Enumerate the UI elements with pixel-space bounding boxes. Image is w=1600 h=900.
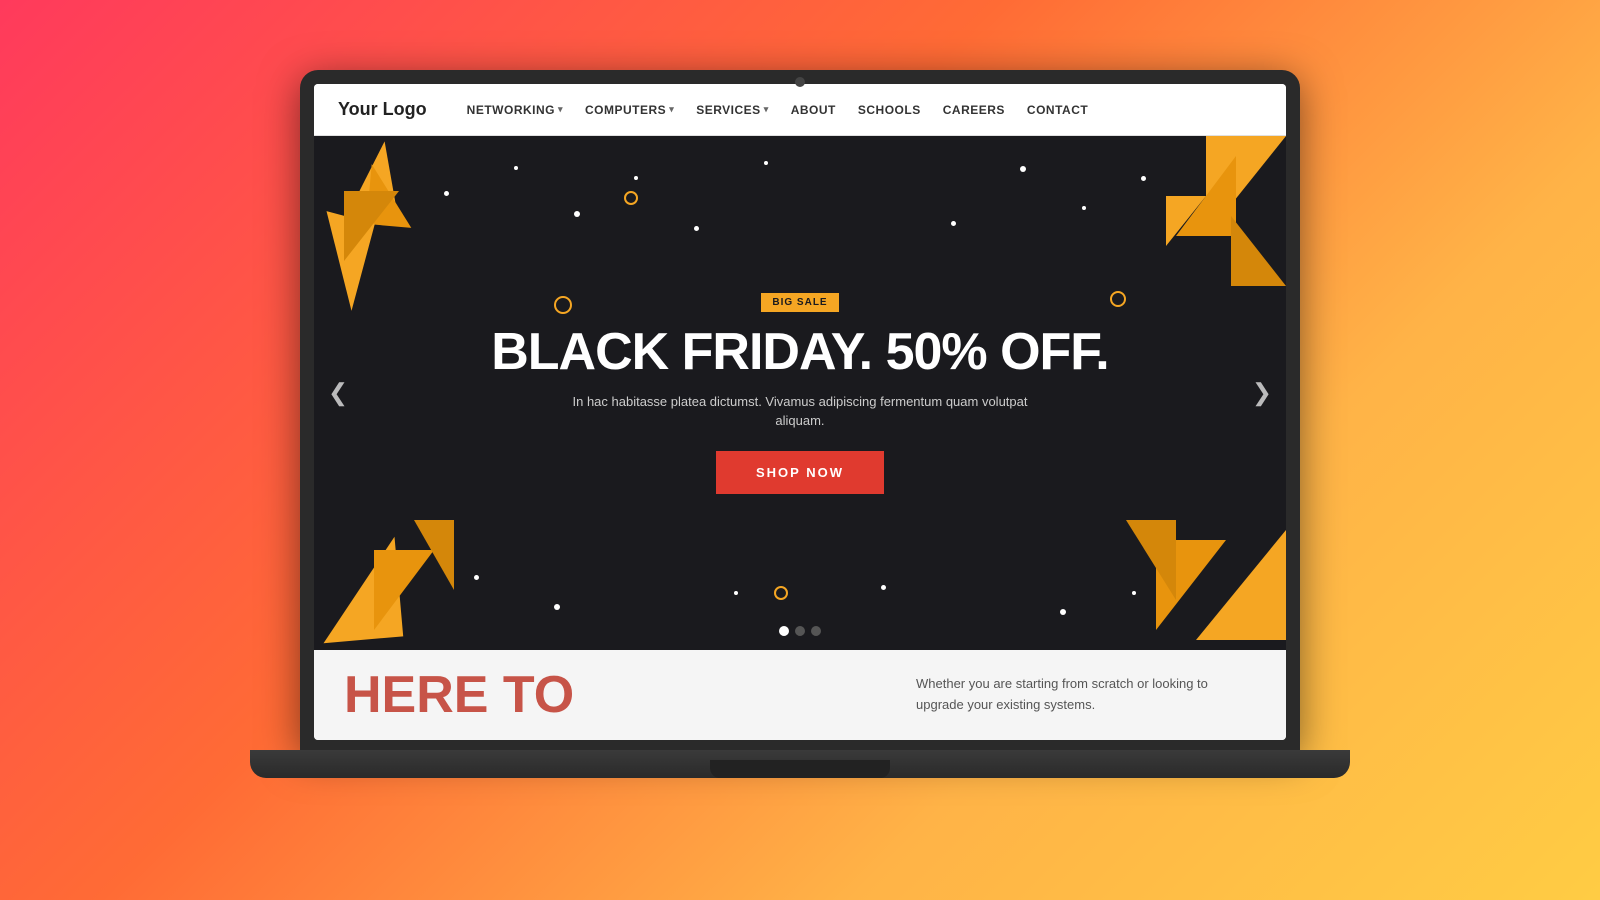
slider-dot-1[interactable]	[779, 626, 789, 636]
nav-item-about[interactable]: ABOUT	[791, 103, 836, 117]
triangle-shape	[1126, 520, 1176, 600]
triangle-shape	[1176, 156, 1236, 236]
triangle-shape	[344, 191, 399, 261]
laptop-screen: Your Logo NETWORKING ▾ COMPUTERS ▾ SERVI…	[314, 84, 1286, 740]
chevron-down-icon: ▾	[558, 104, 563, 115]
nav-item-computers[interactable]: COMPUTERS ▾	[585, 103, 674, 117]
dot-decoration	[734, 591, 738, 595]
nav-item-services[interactable]: SERVICES ▾	[696, 103, 769, 117]
slider-next-button[interactable]: ❯	[1252, 379, 1272, 408]
triangle-shape	[1156, 540, 1226, 630]
chevron-down-icon: ▾	[669, 104, 674, 115]
dot-decoration	[1020, 166, 1026, 172]
shop-now-button[interactable]: SHOP NOW	[716, 451, 884, 494]
ring-decoration	[624, 191, 638, 205]
triangle-shape	[314, 211, 375, 311]
dot-decoration	[1060, 609, 1066, 615]
ring-decoration	[1110, 291, 1126, 307]
below-fold-description: Whether you are starting from scratch or…	[916, 674, 1256, 716]
hero-badge: BIG SALE	[761, 293, 838, 312]
dot-decoration	[634, 176, 638, 180]
navbar: Your Logo NETWORKING ▾ COMPUTERS ▾ SERVI…	[314, 84, 1286, 136]
chevron-down-icon: ▾	[764, 104, 769, 115]
nav-item-networking[interactable]: NETWORKING ▾	[467, 103, 563, 117]
triangle-shape	[315, 537, 403, 644]
slider-dot-3[interactable]	[811, 626, 821, 636]
dot-decoration	[514, 166, 518, 170]
dot-decoration	[951, 221, 956, 226]
triangle-shape	[1166, 196, 1206, 246]
triangle-shape	[414, 520, 454, 590]
laptop-mockup: Your Logo NETWORKING ▾ COMPUTERS ▾ SERVI…	[250, 70, 1350, 830]
nav-item-contact[interactable]: CONTACT	[1027, 103, 1088, 117]
dot-decoration	[1082, 206, 1086, 210]
dot-decoration	[1132, 591, 1136, 595]
triangle-shape	[326, 141, 399, 230]
below-fold-title: HERE TO	[344, 669, 574, 721]
dot-decoration	[554, 604, 560, 610]
hero-slider: ❮ BIG SALE BLACK FRIDAY. 50% OFF. In hac…	[314, 136, 1286, 650]
nav-item-schools[interactable]: SCHOOLS	[858, 103, 921, 117]
hero-subtitle: In hac habitasse platea dictumst. Vivamu…	[560, 392, 1040, 431]
website-container: Your Logo NETWORKING ▾ COMPUTERS ▾ SERVI…	[314, 84, 1286, 740]
triangle-shape	[374, 550, 434, 630]
triangle-shape	[1231, 216, 1286, 286]
dot-decoration	[694, 226, 699, 231]
triangle-shape	[1206, 136, 1286, 236]
ring-decoration	[774, 586, 788, 600]
dot-decoration	[574, 211, 580, 217]
slider-dot-2[interactable]	[795, 626, 805, 636]
nav-menu: NETWORKING ▾ COMPUTERS ▾ SERVICES ▾ AB	[467, 103, 1262, 117]
slider-dot-indicators	[779, 626, 821, 636]
slider-prev-button[interactable]: ❮	[328, 379, 348, 408]
laptop-screen-shell: Your Logo NETWORKING ▾ COMPUTERS ▾ SERVI…	[300, 70, 1300, 750]
triangle-shape	[366, 164, 416, 228]
laptop-base	[250, 750, 1350, 778]
dot-decoration	[1141, 176, 1146, 181]
dot-decoration	[764, 161, 768, 165]
triangle-shape	[1196, 530, 1286, 640]
site-logo[interactable]: Your Logo	[338, 99, 427, 120]
dot-decoration	[881, 585, 886, 590]
dot-decoration	[444, 191, 449, 196]
below-fold-section: HERE TO Whether you are starting from sc…	[314, 650, 1286, 740]
nav-item-careers[interactable]: CAREERS	[943, 103, 1005, 117]
dot-decoration	[474, 575, 479, 580]
hero-content: BIG SALE BLACK FRIDAY. 50% OFF. In hac h…	[491, 293, 1109, 494]
hero-title: BLACK FRIDAY. 50% OFF.	[491, 326, 1109, 378]
